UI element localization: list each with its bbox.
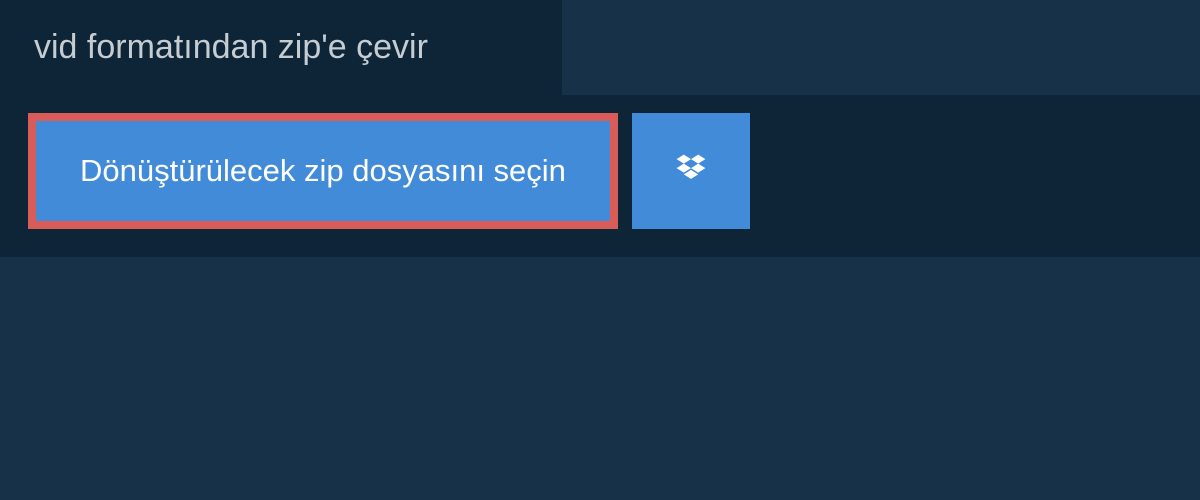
select-file-button[interactable]: Dönüştürülecek zip dosyasını seçin xyxy=(28,113,618,229)
header-tab: vid formatından zip'e çevir xyxy=(0,0,562,95)
page-title: vid formatından zip'e çevir xyxy=(34,28,528,67)
dropbox-icon xyxy=(673,151,709,192)
dropbox-button[interactable] xyxy=(632,113,750,229)
dropzone-panel: Dönüştürülecek zip dosyasını seçin xyxy=(0,95,1200,257)
page-background xyxy=(0,257,1200,457)
select-file-label: Dönüştürülecek zip dosyasını seçin xyxy=(80,153,566,189)
